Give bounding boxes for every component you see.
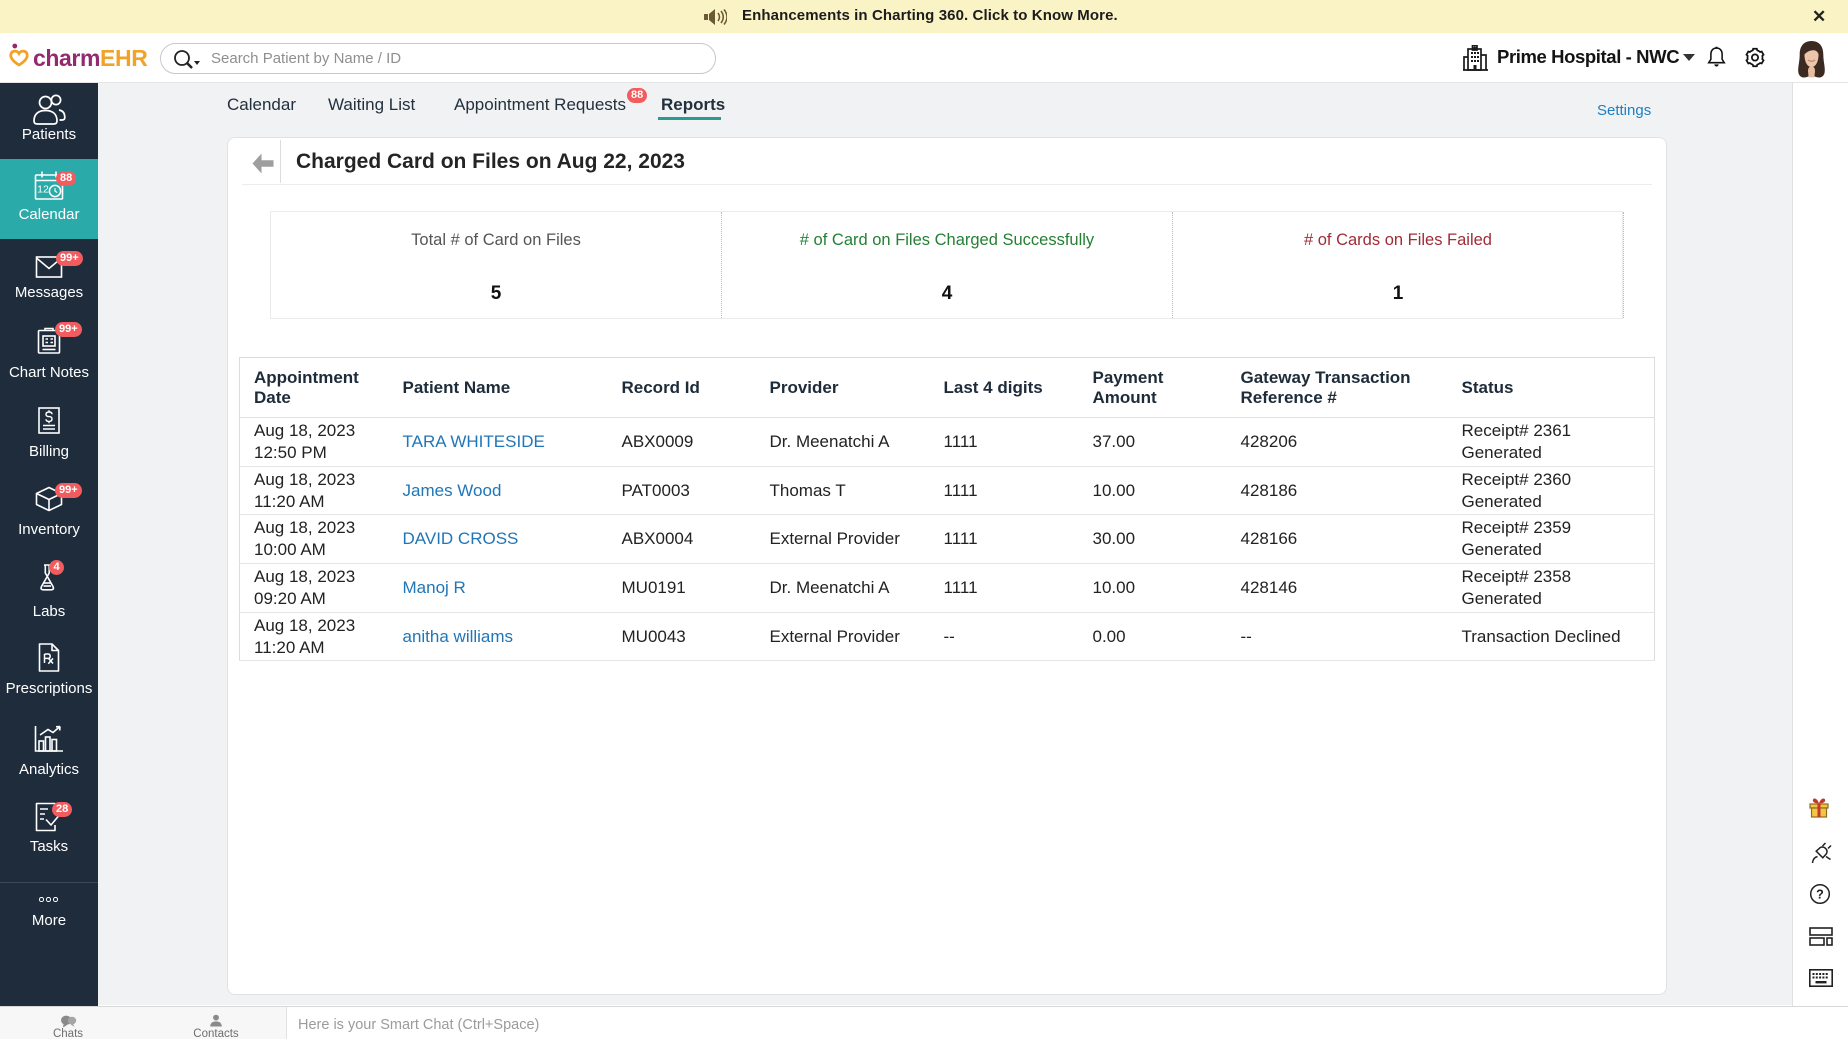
svg-text:?: ? (1816, 888, 1824, 902)
svg-text:12: 12 (37, 184, 49, 196)
